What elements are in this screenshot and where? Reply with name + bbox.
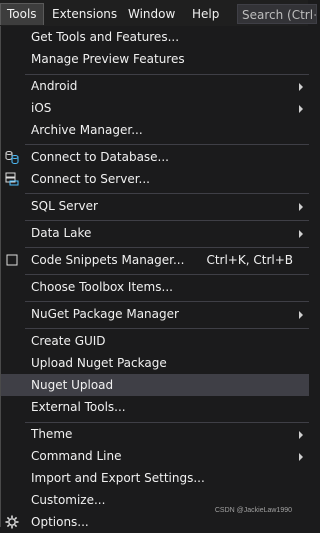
menu-separator [25,274,309,275]
watermark-text: CSDN @JackieLaw1990 [214,507,292,514]
menu-item-label: Theme [31,427,73,441]
menu-item-external-tools[interactable]: External Tools... [1,396,309,418]
menu-item-label: Customize... [31,493,106,507]
menu-item-ios[interactable]: iOS [1,97,309,119]
menu-item-command-line[interactable]: Command Line [1,445,309,467]
menu-item-label: Choose Toolbox Items... [31,280,173,294]
menu-item-manage-preview[interactable]: Manage Preview Features [1,48,309,70]
menu-item-code-snippets[interactable]: Code Snippets Manager... Ctrl+K, Ctrl+B [1,249,309,271]
menu-item-label: Manage Preview Features [31,52,185,66]
menu-separator [25,247,309,248]
menu-separator [25,144,309,145]
menu-item-connect-server[interactable]: Connect to Server... [1,168,309,190]
submenu-arrow-icon [299,230,303,238]
menu-window[interactable]: Window [122,4,181,24]
menu-item-label: NuGet Package Manager [31,307,179,321]
menu-item-label: Upload Nuget Package [31,356,167,370]
checkbox-icon [6,254,18,266]
submenu-arrow-icon [299,453,303,461]
menu-separator [25,301,309,302]
menu-separator [25,328,309,329]
menu-item-label: Get Tools and Features... [31,30,180,44]
menu-item-label: iOS [31,101,52,115]
menu-separator [25,193,309,194]
menu-item-label: Options... [31,515,89,529]
menu-item-label: External Tools... [31,400,126,414]
menu-item-android[interactable]: Android [1,75,309,97]
menu-extensions[interactable]: Extensions [46,4,123,24]
menu-bar: Tools Extensions Window Help Search (Ctr… [0,0,317,27]
menu-item-nuget-upload[interactable]: Nuget Upload [1,374,309,396]
menu-separator [25,220,309,221]
tools-dropdown-menu: Get Tools and Features... Manage Preview… [0,26,309,529]
submenu-arrow-icon [299,203,303,211]
menu-item-label: Archive Manager... [31,123,143,137]
menu-item-nuget-package-manager[interactable]: NuGet Package Manager [1,303,309,325]
database-connect-icon [5,151,19,164]
menu-item-theme[interactable]: Theme [1,423,309,445]
menu-item-connect-database[interactable]: Connect to Database... [1,146,309,168]
menu-item-sql-server[interactable]: SQL Server [1,195,309,217]
menu-item-get-tools[interactable]: Get Tools and Features... [1,26,309,48]
menu-item-archive-manager[interactable]: Archive Manager... [1,119,309,141]
menu-item-label: Connect to Server... [31,172,150,186]
submenu-arrow-icon [299,83,303,91]
menu-item-data-lake[interactable]: Data Lake [1,222,309,244]
menu-item-label: Connect to Database... [31,150,169,164]
menu-item-label: Code Snippets Manager... [31,253,185,267]
menu-help[interactable]: Help [186,4,225,24]
menu-item-label: SQL Server [31,199,98,213]
menu-item-label: Create GUID [31,334,106,348]
menu-item-label: Data Lake [31,226,92,240]
server-connect-icon [5,172,19,186]
menu-item-label: Nuget Upload [31,378,114,392]
menu-item-shortcut: Ctrl+K, Ctrl+B [206,253,293,267]
menu-item-label: Command Line [31,449,122,463]
menu-item-choose-toolbox[interactable]: Choose Toolbox Items... [1,276,309,298]
menu-item-options[interactable]: Options... [1,511,309,533]
menu-item-label: Android [31,79,78,93]
submenu-arrow-icon [299,431,303,439]
menu-tools[interactable]: Tools [0,3,44,25]
submenu-arrow-icon [299,105,303,113]
menu-item-upload-nuget-package[interactable]: Upload Nuget Package [1,352,309,374]
submenu-arrow-icon [299,311,303,319]
menu-item-label: Import and Export Settings... [31,471,205,485]
search-input[interactable]: Search (Ctrl+ [237,4,317,24]
menu-item-create-guid[interactable]: Create GUID [1,330,309,352]
menu-item-import-export[interactable]: Import and Export Settings... [1,467,309,489]
